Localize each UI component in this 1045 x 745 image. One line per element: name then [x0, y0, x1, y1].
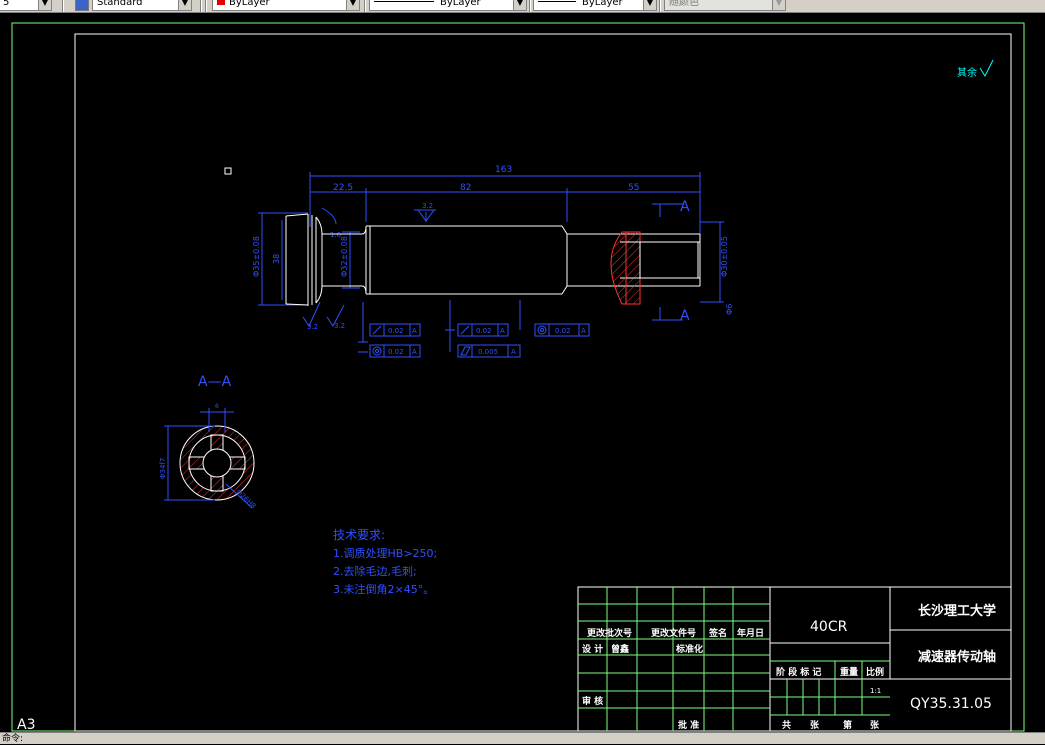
text-style-icon[interactable] — [75, 0, 89, 11]
dim-right-dia: Φ30±0.05 — [720, 236, 729, 277]
spline-bore — [639, 241, 699, 279]
gdt-datum-1: A — [412, 327, 417, 335]
dim-seg2: 82 — [460, 183, 471, 193]
hatched-keyway — [625, 231, 641, 305]
chevron-down-icon[interactable]: ▼ — [178, 0, 191, 10]
section-dim-left: Φ34f7 — [159, 458, 167, 479]
tech-line-1: 1.调质处理HB>250; — [333, 547, 437, 560]
gdt-datum-4: A — [511, 348, 516, 356]
color-swatch — [217, 0, 225, 5]
gdt-tol-3: 0.02 — [476, 327, 492, 335]
pickbox-cursor — [224, 167, 232, 175]
chevron-down-icon[interactable]: ▼ — [643, 0, 656, 10]
tb-header-1: 更改批次号 — [587, 627, 632, 639]
linetype-dropdown[interactable]: ByLayer ▼ — [369, 0, 527, 11]
gdt-tol-4: 0.005 — [478, 348, 498, 356]
chevron-down-icon[interactable]: ▼ — [772, 0, 785, 10]
command-line[interactable]: 命令: — [0, 732, 1045, 744]
tb-sheet2: 张 — [870, 719, 880, 731]
tb-standardize: 标准化 — [675, 643, 703, 655]
gdt-datum-3: A — [500, 327, 505, 335]
tb-designer: 曾鑫 — [611, 643, 629, 655]
tb-school: 长沙理工大学 — [918, 603, 996, 619]
section-title: A—A — [198, 374, 232, 390]
dim-seg1: 22.5 — [333, 183, 353, 193]
dim-left-dia-tol: Φ35±0.08 — [252, 236, 261, 277]
roughness-left1: 3.2 — [307, 323, 318, 331]
tb-review: 审 核 — [582, 695, 603, 707]
titleblock-grid — [578, 587, 890, 731]
gdt-tol-5: 0.02 — [555, 327, 571, 335]
tb-header-2: 更改文件号 — [651, 627, 696, 639]
hatched-broken-section — [610, 231, 627, 305]
tb-weight: 重量 — [840, 666, 858, 678]
tb-approve: 批 准 — [678, 719, 699, 731]
tb-scale-value: 1:1 — [870, 687, 881, 695]
color-dropdown[interactable]: ByLayer ▼ — [212, 0, 360, 11]
roughness-symbol-icon — [979, 59, 994, 78]
roughness-left2: 3.2 — [334, 322, 345, 330]
gdt-tol-2: 0.02 — [388, 348, 404, 356]
tb-header-3: 签名 — [708, 627, 727, 639]
cad-drawing[interactable]: 其余 163 22.5 82 55 Φ35±0.08 38 Φ32±0.08 Φ… — [0, 12, 1045, 733]
outer-frame — [11, 22, 1025, 732]
roughness-top: 3.2 — [422, 202, 433, 210]
tb-sheet1: 张 — [810, 719, 820, 731]
section-mark-top: A — [680, 199, 690, 215]
drawing-canvas[interactable]: 其余 163 22.5 82 55 Φ35±0.08 38 Φ32±0.08 Φ… — [0, 12, 1045, 733]
dim-left-dia: 38 — [272, 254, 281, 264]
surface-roughness-note: 其余 — [957, 66, 977, 79]
section-dim-right: Φ26H8 — [235, 488, 258, 511]
chevron-down-icon[interactable]: ▼ — [513, 0, 526, 10]
tb-page: 第 — [843, 719, 852, 731]
tech-line-2: 2.去除毛边,毛刺; — [333, 564, 417, 578]
gdt-datum-2: A — [412, 348, 417, 356]
dim-right-phi: Φ6 — [725, 304, 734, 315]
chevron-down-icon[interactable]: ▼ — [346, 0, 359, 10]
gdt-datum-5: A — [581, 327, 586, 335]
tb-design: 设 计 — [582, 643, 603, 655]
tb-drawing-no: QY35.31.05 — [910, 696, 992, 712]
tb-stage: 阶 段 标 记 — [776, 666, 821, 678]
section-dim-top: 6 — [215, 403, 219, 410]
tb-total: 共 — [782, 719, 791, 731]
section-mark-bottom: A — [680, 308, 690, 324]
textstyle-dropdown[interactable]: Standard ▼ — [92, 0, 192, 11]
tb-header-4: 年月日 — [737, 627, 764, 639]
tech-title: 技术要求: — [333, 528, 385, 542]
chevron-down-icon[interactable]: ▼ — [38, 0, 51, 10]
dim-overall-length: 163 — [495, 165, 512, 175]
tb-part-name: 减速器传动轴 — [918, 649, 996, 665]
plotstyle-dropdown[interactable]: 随颜色 ▼ — [664, 0, 786, 11]
dim-seg3: 55 — [628, 183, 639, 193]
tb-scale-label: 比例 — [866, 666, 884, 678]
dim-mid-dia: Φ32±0.08 — [340, 236, 349, 277]
tech-line-3: 3.未注倒角2×45°。 — [333, 582, 434, 596]
sheet-size-label: A3 — [17, 717, 35, 732]
tb-material: 40CR — [810, 619, 848, 635]
scale-dropdown[interactable]: 5 ▼ — [0, 0, 52, 11]
section-core-circle — [202, 448, 232, 478]
gdt-tol-1: 0.02 — [388, 327, 404, 335]
roughness-right: 1.6 — [330, 231, 342, 239]
lineweight-dropdown[interactable]: ByLayer ▼ — [533, 0, 657, 11]
